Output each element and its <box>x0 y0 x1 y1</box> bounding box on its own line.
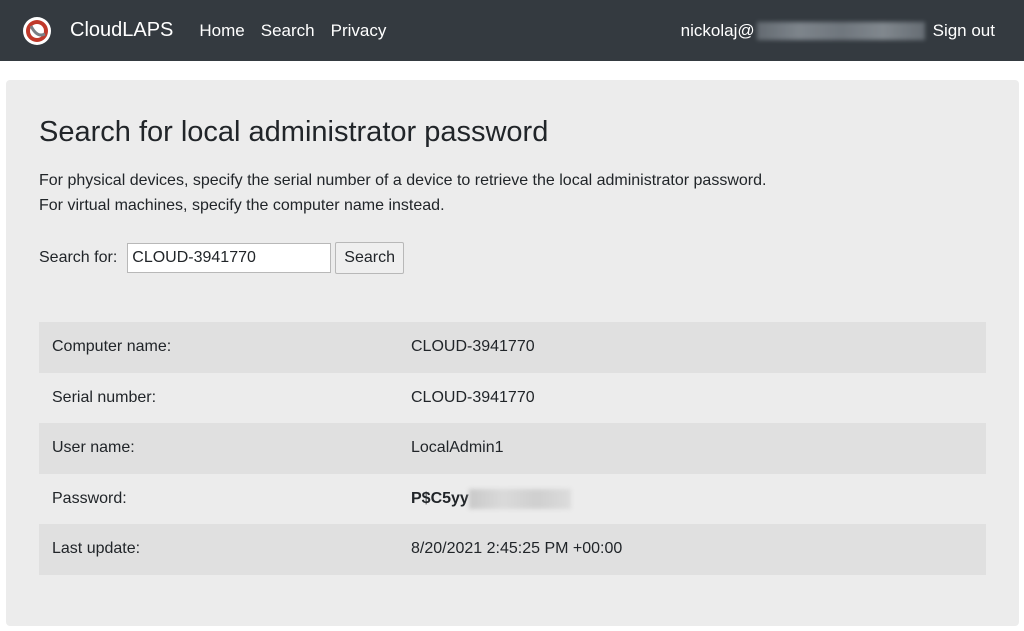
result-row-user-name: User name: LocalAdmin1 <box>39 423 986 474</box>
result-row-last-update: Last update: 8/20/2021 2:45:25 PM +00:00 <box>39 524 986 575</box>
password-visible-part: P$C5yy <box>411 489 469 507</box>
search-form: Search for: Search <box>39 242 404 274</box>
row-label: Computer name: <box>52 338 172 356</box>
nav-privacy-link[interactable]: Privacy <box>331 21 387 41</box>
row-value: LocalAdmin1 <box>411 439 504 457</box>
user-account: nickolaj@ <box>681 21 925 41</box>
redacted-email-domain <box>756 21 925 40</box>
brand-name: CloudLAPS <box>70 19 174 41</box>
sign-out-link[interactable]: Sign out <box>933 21 995 41</box>
nav-search-link[interactable]: Search <box>261 21 315 41</box>
password-value: P$C5yy <box>411 488 571 509</box>
description-line-virtual: For virtual machines, specify the comput… <box>39 197 445 214</box>
row-value: CLOUD-3941770 <box>411 388 535 406</box>
result-row-serial-number: Serial number: CLOUD-3941770 <box>39 372 986 423</box>
row-value: CLOUD-3941770 <box>411 338 535 356</box>
user-area: nickolaj@ Sign out <box>681 21 995 41</box>
row-value: 8/20/2021 2:45:25 PM +00:00 <box>411 540 623 558</box>
main-panel: Search for local administrator password … <box>6 80 1019 626</box>
nav-home-link[interactable]: Home <box>199 21 244 41</box>
page-title: Search for local administrator password <box>39 116 549 148</box>
brand-link[interactable]: CloudLAPS <box>22 16 173 46</box>
row-label: Password: <box>52 489 127 507</box>
row-label: Last update: <box>52 540 141 558</box>
page-description: For physical devices, specify the serial… <box>39 168 766 218</box>
search-label: Search for: <box>39 249 118 266</box>
user-email-prefix: nickolaj@ <box>680 20 755 40</box>
password-redacted-part <box>468 488 571 509</box>
cloudlaps-logo-icon <box>23 16 51 45</box>
result-row-computer-name: Computer name: CLOUD-3941770 <box>39 322 986 373</box>
result-row-password: Password: P$C5yy <box>39 473 986 524</box>
main-nav: Home Search Privacy <box>199 21 402 41</box>
row-label: Serial number: <box>52 388 157 406</box>
search-button[interactable]: Search <box>335 242 404 274</box>
search-input[interactable] <box>127 243 332 273</box>
description-line-physical: For physical devices, specify the serial… <box>39 172 767 189</box>
results-table: Computer name: CLOUD-3941770 Serial numb… <box>39 322 986 575</box>
row-label: User name: <box>52 439 135 457</box>
top-navbar: CloudLAPS Home Search Privacy nickolaj@ … <box>0 0 1024 61</box>
